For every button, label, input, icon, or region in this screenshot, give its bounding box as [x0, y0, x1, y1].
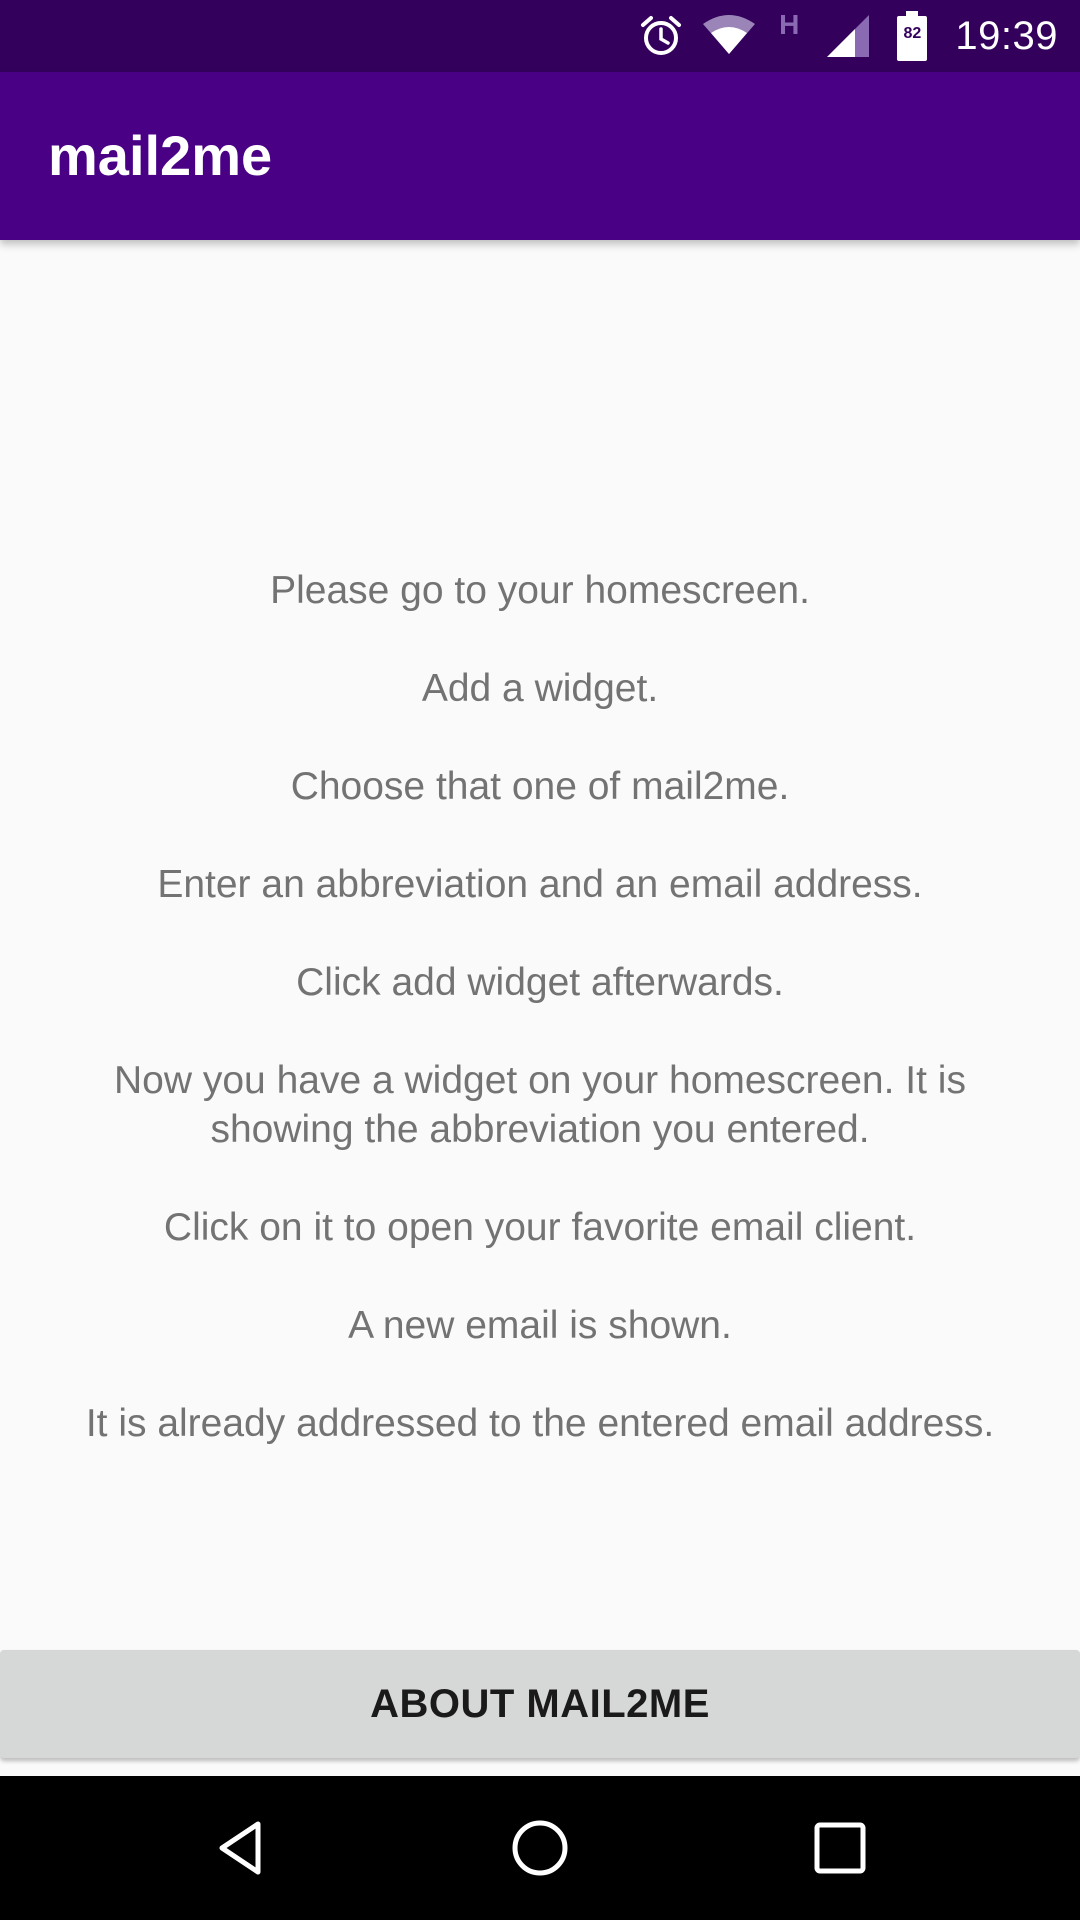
home-button[interactable]	[460, 1776, 620, 1920]
network-type-icon: H	[779, 9, 800, 40]
main-content: Please go to your homescreen. Add a widg…	[0, 240, 1080, 1650]
back-button[interactable]	[160, 1776, 320, 1920]
status-time: 19:39	[955, 13, 1058, 58]
app-bar: mail2me	[0, 72, 1080, 240]
instruction-line: Click add widget afterwards.	[296, 961, 784, 1004]
alarm-icon	[637, 12, 685, 60]
recents-icon	[814, 1822, 866, 1874]
instructions-text: Please go to your homescreen. Add a widg…	[40, 566, 1040, 1497]
battery-level-text: 82	[903, 25, 922, 42]
instruction-line: Enter an abbreviation and an email addre…	[157, 863, 923, 906]
home-icon	[512, 1820, 568, 1876]
about-button[interactable]: ABOUT MAIL2ME	[0, 1650, 1080, 1758]
instruction-line: A new email is shown.	[348, 1304, 732, 1347]
navigation-bar	[0, 1776, 1080, 1920]
instruction-line: Now you have a widget on your homescreen…	[114, 1059, 966, 1151]
wifi-icon	[701, 12, 757, 60]
instruction-line: Choose that one of mail2me.	[290, 765, 790, 808]
status-bar: H 82 19:39	[0, 0, 1080, 72]
instruction-line: It is already addressed to the entered e…	[85, 1402, 995, 1445]
instruction-line: Click on it to open your favorite email …	[163, 1206, 917, 1249]
battery-icon: 82	[897, 11, 928, 61]
app-title: mail2me	[48, 124, 273, 187]
cell-signal-icon	[825, 13, 871, 59]
back-icon	[219, 1821, 261, 1875]
status-icons: H 82 19:39	[637, 0, 1058, 72]
instruction-line: Please go to your homescreen.	[270, 569, 810, 612]
screen: H 82 19:39 mail2me Please go to your hom…	[0, 0, 1080, 1920]
instruction-line: Add a widget.	[421, 667, 659, 710]
recents-button[interactable]	[760, 1776, 920, 1920]
